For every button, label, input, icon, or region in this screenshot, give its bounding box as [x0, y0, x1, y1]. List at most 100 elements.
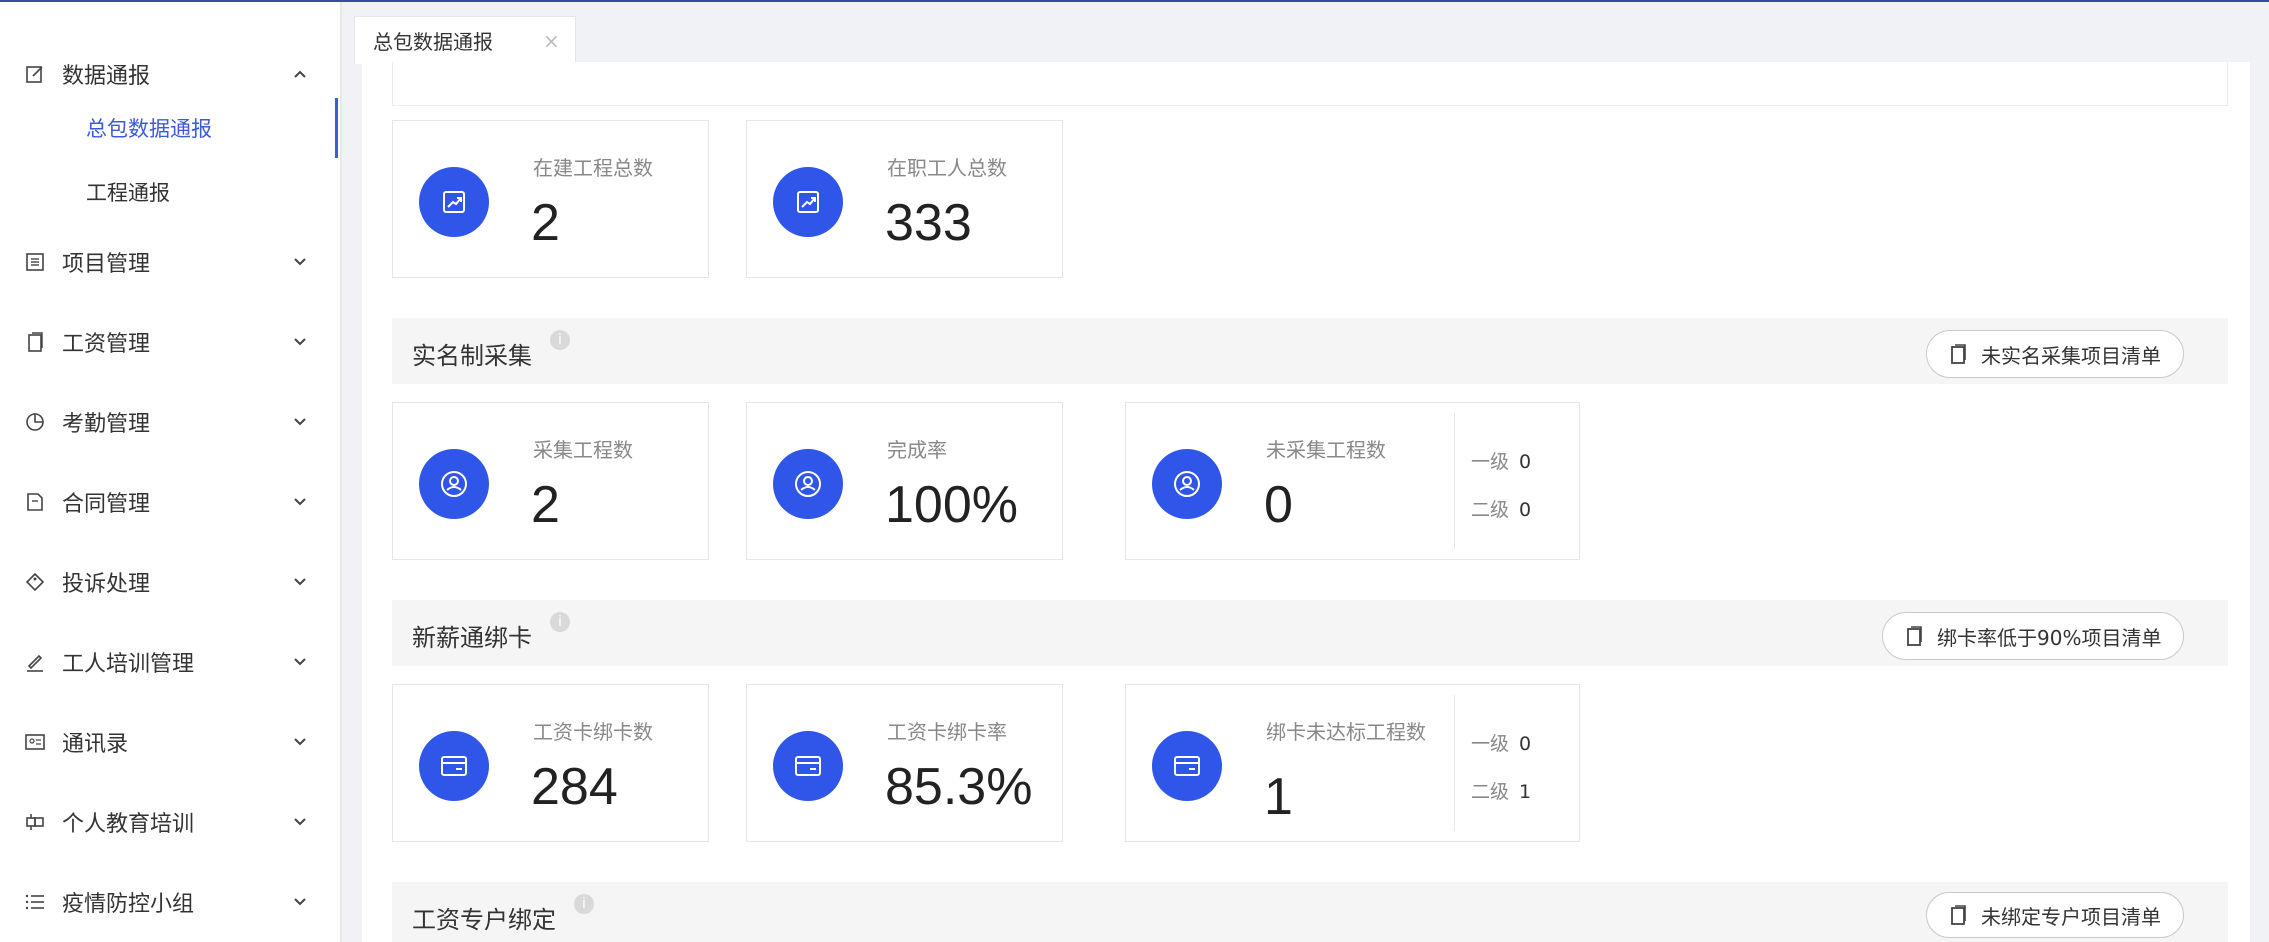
- blocks-icon: [24, 811, 46, 833]
- copy-icon: [1907, 626, 1922, 646]
- stat-value: 2: [531, 476, 560, 534]
- chevron-down-icon[interactable]: [292, 254, 308, 270]
- edit-icon: [24, 63, 46, 85]
- stat-value: 100%: [885, 476, 1018, 534]
- section-title: 新薪通绑卡: [412, 624, 532, 652]
- user-circle-icon: [419, 449, 489, 519]
- stat-value: 2: [531, 194, 560, 252]
- info-icon[interactable]: i: [550, 330, 570, 350]
- stat-card-collected-projects: 采集工程数 2: [392, 402, 709, 560]
- sidebar-item-worker-training[interactable]: 工人培训管理: [0, 632, 340, 692]
- chevron-down-icon[interactable]: [292, 574, 308, 590]
- info-icon[interactable]: i: [550, 612, 570, 632]
- chevron-down-icon[interactable]: [292, 654, 308, 670]
- level-value: 1: [1519, 781, 1532, 803]
- unbound-account-list-button[interactable]: 未绑定专户项目清单: [1926, 892, 2184, 938]
- low-binding-rate-list-button[interactable]: 绑卡率低于90%项目清单: [1882, 612, 2185, 660]
- stat-value: 284: [531, 758, 618, 816]
- sidebar-item-complaint[interactable]: 投诉处理: [0, 552, 340, 612]
- chevron-down-icon[interactable]: [292, 734, 308, 750]
- sidebar-item-label: 工资管理: [62, 332, 151, 357]
- section-title: 工资专户绑定: [412, 906, 556, 934]
- chevron-down-icon[interactable]: [292, 494, 308, 510]
- sidebar-item-label: 工人培训管理: [62, 652, 195, 677]
- stat-title: 在职工人总数: [887, 156, 1007, 180]
- sidebar-item-label: 考勤管理: [62, 412, 151, 437]
- pie-chart-icon: [24, 411, 46, 433]
- sidebar-item-label: 通讯录: [62, 732, 129, 757]
- stat-value: 85.3%: [885, 758, 1033, 816]
- sidebar-subitem-project-report[interactable]: 工程通报: [0, 162, 340, 222]
- unregistered-projects-list-button[interactable]: 未实名采集项目清单: [1926, 330, 2184, 378]
- chevron-down-icon[interactable]: [292, 414, 308, 430]
- level-one-row: 一级 0: [1471, 447, 1531, 474]
- tag-icon: [24, 571, 46, 593]
- menu-icon: [24, 891, 46, 913]
- user-circle-icon: [773, 449, 843, 519]
- sidebar-item-contract-mgmt[interactable]: 合同管理: [0, 472, 340, 532]
- copy-icon: [1951, 344, 1966, 364]
- sidebar-item-label: 疫情防控小组: [62, 892, 195, 917]
- level-value: 0: [1519, 733, 1532, 755]
- sidebar-item-label: 项目管理: [62, 252, 151, 277]
- level-two-row: 二级 1: [1471, 777, 1531, 804]
- stat-title: 绑卡未达标工程数: [1266, 720, 1426, 744]
- sidebar-item-label: 合同管理: [62, 492, 151, 517]
- chevron-down-icon[interactable]: [292, 334, 308, 350]
- chevron-down-icon[interactable]: [292, 894, 308, 910]
- level-label: 一级: [1471, 733, 1510, 755]
- stat-card-unqualified-binding-projects: 绑卡未达标工程数 1 一级 0 二级 1: [1125, 684, 1580, 842]
- trend-chart-icon: [773, 167, 843, 237]
- stat-title: 完成率: [887, 438, 947, 462]
- stat-value: 333: [885, 194, 972, 252]
- tab-general-report[interactable]: 总包数据通报 ×: [354, 16, 576, 64]
- bank-card-icon: [1152, 731, 1222, 801]
- contact-card-icon: [24, 731, 46, 753]
- pen-icon: [24, 651, 46, 673]
- stat-card-completion-rate: 完成率 100%: [746, 402, 1063, 560]
- info-icon[interactable]: i: [574, 894, 594, 914]
- sidebar-subitem-label: 总包数据通报: [86, 117, 212, 141]
- level-value: 0: [1519, 451, 1532, 473]
- stat-value: 1: [1264, 768, 1293, 826]
- sidebar: 数据通报 总包数据通报 工程通报 项目管理 工资管理 考勤管理 合同管理 投诉处…: [0, 2, 340, 942]
- sidebar-item-attendance-mgmt[interactable]: 考勤管理: [0, 392, 340, 452]
- sidebar-item-contacts[interactable]: 通讯录: [0, 712, 340, 772]
- stat-card-active-workers: 在职工人总数 333: [746, 120, 1063, 278]
- sidebar-item-data-report[interactable]: 数据通报: [0, 44, 340, 104]
- section-header-card-binding: 新薪通绑卡 i 绑卡率低于90%项目清单: [392, 600, 2228, 666]
- level-label: 二级: [1471, 499, 1510, 521]
- stat-card-bound-cards: 工资卡绑卡数 284: [392, 684, 709, 842]
- section-header-realname: 实名制采集 i 未实名采集项目清单: [392, 318, 2228, 384]
- trend-chart-icon: [419, 167, 489, 237]
- bank-card-icon: [419, 731, 489, 801]
- sidebar-item-project-mgmt[interactable]: 项目管理: [0, 232, 340, 292]
- bank-card-icon: [773, 731, 843, 801]
- section-header-salary-account: 工资专户绑定 i 未绑定专户项目清单: [392, 882, 2228, 942]
- sidebar-item-personal-education[interactable]: 个人教育培训: [0, 792, 340, 852]
- stat-title: 工资卡绑卡数: [533, 720, 653, 744]
- sidebar-subitem-label: 工程通报: [86, 181, 170, 205]
- level-label: 二级: [1471, 781, 1510, 803]
- tab-label: 总包数据通报: [373, 30, 493, 54]
- section-title: 实名制采集: [412, 342, 532, 370]
- sidebar-item-label: 个人教育培训: [62, 812, 195, 837]
- sidebar-subitem-general-report[interactable]: 总包数据通报: [0, 98, 340, 158]
- sidebar-item-label: 投诉处理: [62, 572, 151, 597]
- tab-bar: 总包数据通报 ×: [342, 2, 2269, 64]
- stat-title: 在建工程总数: [533, 156, 653, 180]
- copy-icon: [1951, 905, 1966, 925]
- button-label: 未实名采集项目清单: [1981, 343, 2161, 368]
- stat-title: 未采集工程数: [1266, 438, 1386, 462]
- chevron-up-icon[interactable]: [292, 66, 308, 82]
- stat-value: 0: [1264, 476, 1293, 534]
- sidebar-item-salary-mgmt[interactable]: 工资管理: [0, 312, 340, 372]
- chevron-down-icon[interactable]: [292, 814, 308, 830]
- stat-card-uncollected-projects: 未采集工程数 0 一级 0 二级 0: [1125, 402, 1580, 560]
- copy-icon: [24, 331, 46, 353]
- user-circle-icon: [1152, 449, 1222, 519]
- stat-card-projects-under-construction: 在建工程总数 2: [392, 120, 709, 278]
- list-icon: [24, 251, 46, 273]
- sidebar-item-epidemic-group[interactable]: 疫情防控小组: [0, 872, 340, 932]
- close-icon[interactable]: ×: [543, 29, 560, 53]
